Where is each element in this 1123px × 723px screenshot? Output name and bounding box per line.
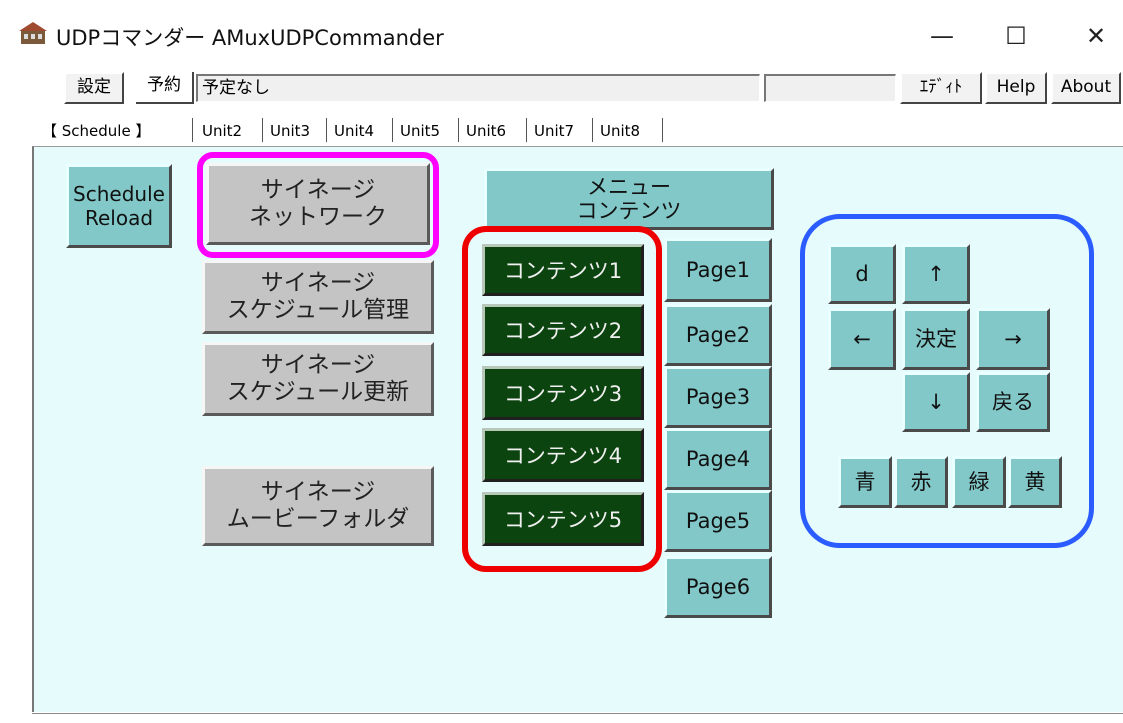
edit-button[interactable]: ｴﾃﾞｨﾄ [900,72,982,104]
tab-unit3[interactable]: Unit3 [264,118,316,146]
signage-movie-folder-button[interactable]: サイネージ ムービーフォルダ [202,466,434,546]
remote-red-button[interactable]: 赤 [894,456,948,508]
tab-separator [458,118,459,142]
tab-unit5[interactable]: Unit5 [394,118,446,146]
page-6-button[interactable]: Page6 [664,556,772,618]
remote-yellow-button[interactable]: 黄 [1008,456,1062,508]
page-3-button[interactable]: Page3 [664,366,772,428]
remote-right-button[interactable]: → [976,308,1050,370]
tab-schedule[interactable]: 【 Schedule 】 [36,118,156,146]
tab-unit2[interactable]: Unit2 [196,118,248,146]
minimize-button[interactable]: — [912,14,972,58]
remote-d-button[interactable]: d [828,244,896,304]
panel-bottom-border [32,713,1123,714]
schedule-reload-button[interactable]: Schedule Reload [66,164,172,248]
contents-1-button[interactable]: コンテンツ1 [482,244,644,296]
tab-separator [326,118,327,142]
maximize-button[interactable]: ☐ [986,14,1046,58]
about-button[interactable]: About [1051,72,1121,104]
page-2-button[interactable]: Page2 [664,304,772,366]
menu-contents-button[interactable]: メニュー コンテンツ [484,168,774,230]
remote-left-button[interactable]: ← [828,308,896,370]
remote-blue-button[interactable]: 青 [838,456,892,508]
schedule-status-field: 予定なし [196,74,760,102]
contents-2-button[interactable]: コンテンツ2 [482,304,644,356]
tab-unit4[interactable]: Unit4 [328,118,380,146]
tab-separator [592,118,593,142]
settings-button[interactable]: 設定 [64,72,124,104]
contents-4-button[interactable]: コンテンツ4 [482,428,644,482]
reserve-button[interactable]: 予約 [136,72,194,104]
remote-up-button[interactable]: ↑ [902,244,970,304]
tab-separator [262,118,263,142]
close-button[interactable]: ✕ [1066,14,1123,58]
signage-network-button[interactable]: サイネージ ネットワーク [206,163,430,245]
tab-unit7[interactable]: Unit7 [528,118,580,146]
remote-back-button[interactable]: 戻る [976,372,1050,432]
remote-green-button[interactable]: 緑 [952,456,1006,508]
page-1-button[interactable]: Page1 [664,238,772,302]
signage-schedule-manage-button[interactable]: サイネージ スケジュール管理 [202,260,434,334]
tab-unit6[interactable]: Unit6 [460,118,512,146]
help-button[interactable]: Help [985,72,1047,104]
tab-separator [392,118,393,142]
app-icon [19,22,47,44]
remote-down-button[interactable]: ↓ [902,372,970,432]
contents-5-button[interactable]: コンテンツ5 [482,492,644,546]
tab-separator [192,118,193,142]
window-title: UDPコマンダー AMuxUDPCommander [56,26,444,50]
remote-enter-button[interactable]: 決定 [902,308,970,370]
page-5-button[interactable]: Page5 [664,490,772,552]
page-4-button[interactable]: Page4 [664,428,772,490]
tab-separator [526,118,527,142]
tab-separator [662,118,663,142]
tab-unit8[interactable]: Unit8 [594,118,646,146]
signage-schedule-update-button[interactable]: サイネージ スケジュール更新 [202,342,434,416]
extra-field [764,74,896,102]
contents-3-button[interactable]: コンテンツ3 [482,366,644,420]
